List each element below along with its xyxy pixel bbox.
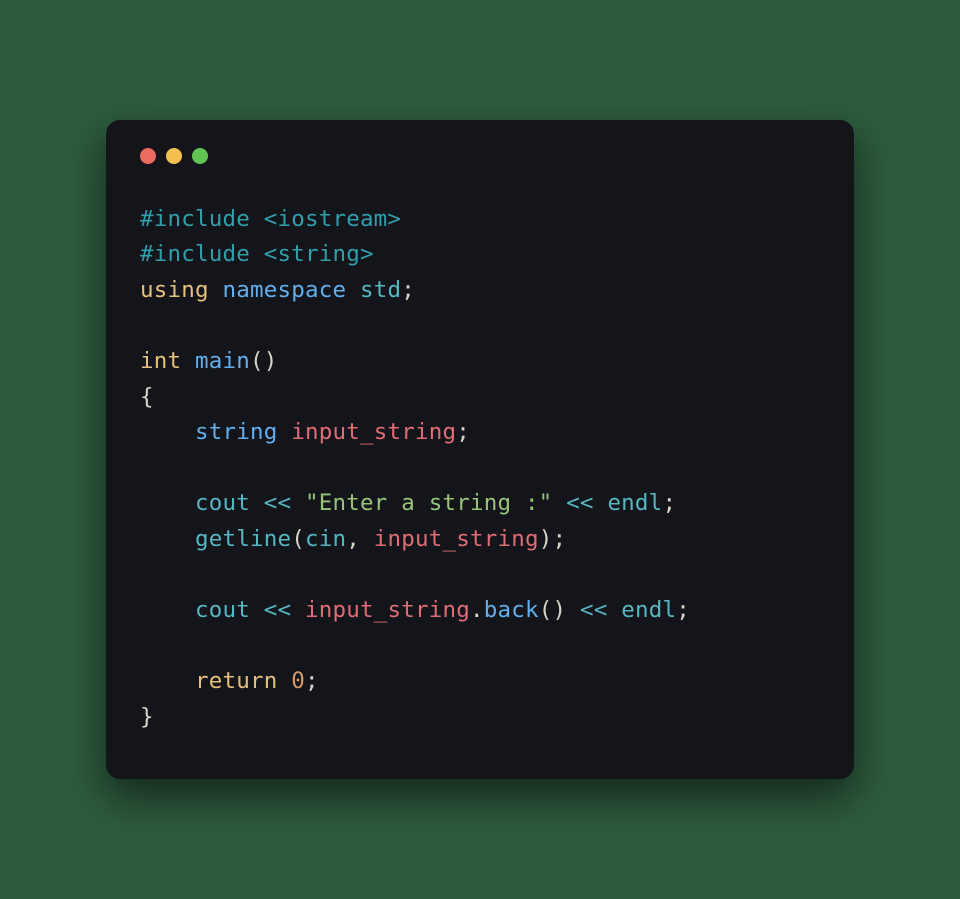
identifier-endl: endl [621,597,676,623]
identifier-std: std [360,277,401,303]
operator-insert: << [580,597,608,623]
semicolon: ; [552,526,566,552]
comma: , [346,526,360,552]
lparen: ( [539,597,553,623]
identifier-cin: cin [305,526,346,552]
preprocessor-line: #include <iostream> [140,206,401,232]
code-block: #include <iostream> #include <string> us… [140,202,820,735]
semicolon: ; [401,277,415,303]
semicolon: ; [305,668,319,694]
type-string: string [195,419,277,445]
identifier-getline: getline [195,526,291,552]
keyword-using: using [140,277,209,303]
close-icon[interactable] [140,148,156,164]
window-titlebar [140,146,820,166]
lbrace: { [140,384,154,410]
lparen: ( [250,348,264,374]
var-input-string: input_string [374,526,539,552]
keyword-return: return [195,668,277,694]
rparen: ) [552,597,566,623]
stage: #include <iostream> #include <string> us… [0,0,960,899]
minimize-icon[interactable] [166,148,182,164]
identifier-cout: cout [195,490,250,516]
identifier-endl: endl [607,490,662,516]
semicolon: ; [456,419,470,445]
code-window: #include <iostream> #include <string> us… [106,120,854,779]
string-literal: "Enter a string :" [305,490,552,516]
keyword-namespace: namespace [222,277,346,303]
keyword-int: int [140,348,181,374]
dot: . [470,597,484,623]
var-input-string: input_string [305,597,470,623]
zoom-icon[interactable] [192,148,208,164]
operator-insert: << [264,490,292,516]
number-zero: 0 [291,668,305,694]
identifier-cout: cout [195,597,250,623]
method-back: back [484,597,539,623]
semicolon: ; [676,597,690,623]
var-input-string: input_string [291,419,456,445]
rparen: ) [539,526,553,552]
lparen: ( [291,526,305,552]
rbrace: } [140,704,154,730]
preprocessor-line: #include <string> [140,241,374,267]
rparen: ) [264,348,278,374]
operator-insert: << [566,490,594,516]
semicolon: ; [662,490,676,516]
function-main: main [195,348,250,374]
operator-insert: << [264,597,292,623]
